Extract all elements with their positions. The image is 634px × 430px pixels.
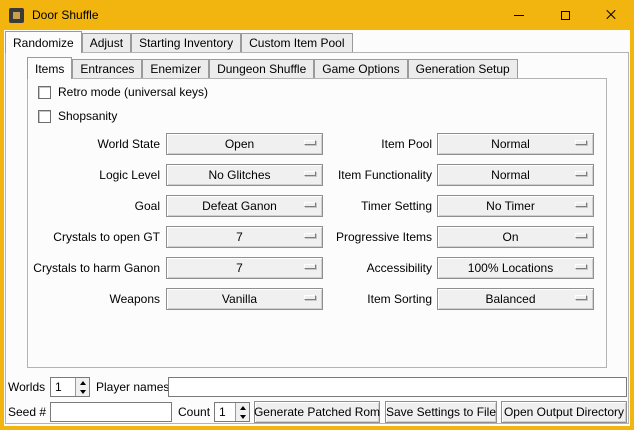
progressive-items-label: Progressive Items (304, 230, 432, 244)
world-state-dropdown[interactable]: Open (166, 133, 323, 155)
timer-setting-label: Timer Setting (304, 199, 432, 213)
open-output-directory-button[interactable]: Open Output Directory (501, 401, 627, 423)
app-icon (9, 8, 24, 23)
item-functionality-label: Item Functionality (304, 168, 432, 182)
close-button[interactable] (588, 0, 634, 30)
count-spin-down-button[interactable] (236, 412, 249, 421)
worlds-spin-down-button[interactable] (76, 387, 89, 396)
weapons-label: Weapons (24, 292, 160, 306)
generate-patched-rom-button[interactable]: Generate Patched Rom (254, 401, 380, 423)
dropdown-indicator-icon (575, 295, 587, 300)
count-label: Count (178, 405, 210, 419)
primary-tab-bar: Randomize Adjust Starting Inventory Cust… (5, 31, 353, 53)
player-names-label: Player names (96, 380, 169, 394)
checkbox-box-icon (38, 86, 51, 99)
crystals-open-gt-label: Crystals to open GT (24, 230, 160, 244)
titlebar[interactable]: Door Shuffle (0, 0, 634, 30)
minimize-icon (514, 15, 524, 16)
close-icon (605, 9, 617, 21)
tab-adjust[interactable]: Adjust (82, 33, 131, 52)
world-state-label: World State (24, 137, 160, 151)
dropdown-indicator-icon (575, 140, 587, 145)
item-sorting-label: Item Sorting (304, 292, 432, 306)
spin-down-icon (80, 390, 86, 394)
progressive-items-dropdown[interactable]: On (437, 226, 594, 248)
secondary-tab-bar: Items Entrances Enemizer Dungeon Shuffle… (27, 57, 518, 79)
accessibility-dropdown[interactable]: 100% Locations (437, 257, 594, 279)
accessibility-label: Accessibility (304, 261, 432, 275)
tab-entrances[interactable]: Entrances (72, 59, 142, 78)
dropdown-indicator-icon (575, 233, 587, 238)
count-spin-up-button[interactable] (236, 403, 249, 412)
logic-level-dropdown[interactable]: No Glitches (166, 164, 323, 186)
seed-label: Seed # (8, 405, 46, 419)
checkbox-box-icon (38, 110, 51, 123)
tab-randomize[interactable]: Randomize (5, 31, 82, 53)
save-settings-button[interactable]: Save Settings to File (385, 401, 497, 423)
maximize-button[interactable] (542, 0, 588, 30)
timer-setting-dropdown[interactable]: No Timer (437, 195, 594, 217)
item-pool-label: Item Pool (304, 137, 432, 151)
tab-starting-inventory[interactable]: Starting Inventory (131, 33, 241, 52)
dropdown-indicator-icon (575, 171, 587, 176)
window-controls (496, 0, 634, 30)
shopsanity-label: Shopsanity (58, 109, 117, 123)
crystals-open-gt-dropdown[interactable]: 7 (166, 226, 323, 248)
window: Door Shuffle Randomize Adjust Starting I… (0, 0, 634, 430)
seed-input[interactable] (50, 402, 172, 422)
retro-mode-checkbox[interactable]: Retro mode (universal keys) (38, 85, 208, 99)
item-pool-dropdown[interactable]: Normal (437, 133, 594, 155)
worlds-label: Worlds (8, 380, 45, 394)
tab-generation-setup[interactable]: Generation Setup (408, 59, 518, 78)
window-title: Door Shuffle (32, 8, 99, 22)
worlds-spinbox[interactable]: 1 (50, 377, 90, 397)
retro-mode-label: Retro mode (universal keys) (58, 85, 208, 99)
tab-enemizer[interactable]: Enemizer (142, 59, 209, 78)
count-spinbox[interactable]: 1 (214, 402, 250, 422)
tab-game-options[interactable]: Game Options (314, 59, 407, 78)
tab-custom-item-pool[interactable]: Custom Item Pool (241, 33, 352, 52)
minimize-button[interactable] (496, 0, 542, 30)
tab-items[interactable]: Items (27, 57, 72, 79)
weapons-dropdown[interactable]: Vanilla (166, 288, 323, 310)
spin-up-icon (80, 381, 86, 385)
crystals-harm-ganon-label: Crystals to harm Ganon (24, 261, 160, 275)
maximize-icon (561, 11, 570, 20)
item-sorting-dropdown[interactable]: Balanced (437, 288, 594, 310)
goal-dropdown[interactable]: Defeat Ganon (166, 195, 323, 217)
dropdown-indicator-icon (575, 264, 587, 269)
player-names-input[interactable] (168, 377, 627, 397)
dropdown-indicator-icon (575, 202, 587, 207)
logic-level-label: Logic Level (24, 168, 160, 182)
spin-up-icon (240, 406, 246, 410)
spin-down-icon (240, 415, 246, 419)
worlds-spin-up-button[interactable] (76, 378, 89, 387)
goal-label: Goal (24, 199, 160, 213)
window-content: Randomize Adjust Starting Inventory Cust… (4, 30, 630, 426)
shopsanity-checkbox[interactable]: Shopsanity (38, 109, 117, 123)
tab-dungeon-shuffle[interactable]: Dungeon Shuffle (209, 59, 314, 78)
item-functionality-dropdown[interactable]: Normal (437, 164, 594, 186)
crystals-harm-ganon-dropdown[interactable]: 7 (166, 257, 323, 279)
